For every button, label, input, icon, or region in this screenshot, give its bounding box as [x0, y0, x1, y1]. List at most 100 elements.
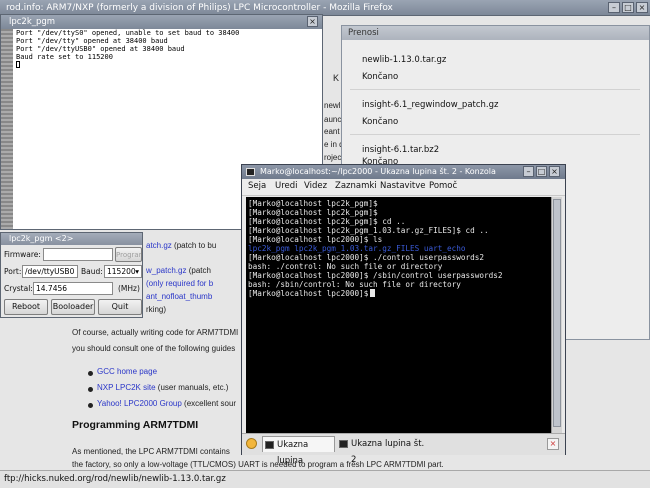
- nxp-link[interactable]: NXP LPC2K site: [97, 383, 156, 392]
- patch-link[interactable]: w_patch.gz: [146, 266, 186, 275]
- bullet-text: (user manuals, etc.): [157, 383, 229, 392]
- crystal-field[interactable]: 14.7456: [33, 282, 113, 295]
- lpc-dialog-title: lpc2k_pgm <2>: [9, 234, 74, 243]
- downloads-titlebar[interactable]: Prenosi: [342, 26, 649, 40]
- konsole-titlebar[interactable]: Marko@localhost:~/lpc2000 - Ukazna lupin…: [242, 165, 565, 179]
- menu-zaznamki[interactable]: Zaznamki: [335, 181, 377, 191]
- terminal-cursor: [370, 289, 376, 297]
- terminal-icon: [246, 168, 255, 176]
- lpc-dialog-titlebar[interactable]: lpc2k_pgm <2>: [1, 233, 142, 245]
- downloads-title: Prenosi: [348, 28, 379, 38]
- konsole-window: Marko@localhost:~/lpc2000 - Ukazna lupin…: [241, 164, 566, 466]
- maximize-button[interactable]: □: [622, 2, 634, 13]
- download-name[interactable]: insight-6.1_regwindow_patch.gz: [362, 100, 498, 110]
- lpc-window-titlebar[interactable]: lpc2k_pgm ×: [1, 15, 322, 29]
- bullet-icon: [88, 387, 93, 392]
- lpc-output: Port "/dev/ttyS0" opened, unable to set …: [16, 29, 239, 68]
- text-cursor: [16, 61, 20, 68]
- terminal-line: [Marko@localhost lpc2k_pgm]$: [248, 199, 378, 208]
- close-tab-icon[interactable]: ×: [547, 438, 559, 450]
- page-link[interactable]: (only required for b: [146, 279, 213, 288]
- status-bar: ftp://hicks.nuked.org/rod/newlib/newlib-…: [0, 470, 650, 488]
- menu-nastavitve[interactable]: Nastavitve: [380, 181, 426, 191]
- minimize-button[interactable]: –: [608, 2, 620, 13]
- konsole-tabbar: Ukazna lupina Ukazna lupina št. 2 ×: [242, 433, 565, 466]
- scrollbar-thumb[interactable]: [553, 199, 561, 427]
- page-fragment: (patch: [188, 266, 211, 275]
- output-line: Baud rate set to 115200: [16, 53, 113, 61]
- divider: [350, 89, 640, 90]
- bootloader-button[interactable]: Booloader: [51, 299, 95, 315]
- konsole-menubar: Seja Uredi Videz Zaznamki Nastavitve Pom…: [242, 179, 565, 196]
- baud-select[interactable]: 115200 ▾: [104, 265, 142, 278]
- crystal-unit: (MHz): [118, 284, 140, 293]
- reboot-button[interactable]: Reboot: [4, 299, 48, 315]
- close-button[interactable]: ×: [549, 166, 560, 177]
- page-fragment: eant: [324, 127, 340, 136]
- scrollbar[interactable]: [1, 29, 13, 229]
- output-line: Port "/dev/ttyUSB0" opened at 38400 baud: [16, 45, 185, 53]
- menu-pomoc[interactable]: Pomoč: [429, 181, 457, 191]
- output-line: Port "/dev/ttyS0" opened, unable to set …: [16, 29, 240, 37]
- download-name[interactable]: insight-6.1.tar.bz2: [362, 145, 439, 155]
- patch-link[interactable]: atch.gz: [146, 241, 172, 250]
- paragraph-line: Of course, actually writing code for ARM…: [72, 328, 239, 337]
- close-button[interactable]: ×: [636, 2, 648, 13]
- firmware-field[interactable]: [43, 248, 113, 261]
- terminal-line: [Marko@localhost lpc2000]$ ls: [248, 235, 383, 244]
- terminal-line: bash: /sbin/control: No such file or dir…: [248, 280, 461, 289]
- yahoo-link[interactable]: Yahoo! LPC2000 Group: [97, 399, 182, 408]
- gcc-link[interactable]: GCC home page: [97, 367, 157, 376]
- download-status: Končano: [362, 72, 399, 82]
- close-button[interactable]: ×: [307, 16, 318, 27]
- menu-seja[interactable]: Seja: [248, 181, 266, 191]
- quit-button[interactable]: Quit: [98, 299, 142, 315]
- port-field[interactable]: /dev/ttyUSB0: [22, 265, 78, 278]
- terminal-line: lpc2k_pgm lpc2k_pgm_1.03.tar.gz_FILES ua…: [248, 244, 466, 253]
- konsole-title: Marko@localhost:~/lpc2000 - Ukazna lupin…: [260, 167, 496, 176]
- scrollbar[interactable]: [551, 197, 562, 433]
- terminal-prompt: [Marko@localhost lpc2000]$: [248, 289, 369, 298]
- tab-ukazna-lupina-2[interactable]: Ukazna lupina št. 2: [337, 436, 432, 465]
- terminal-icon: [265, 441, 274, 449]
- terminal-line: [Marko@localhost lpc2k_pgm_1.03.tar.gz_F…: [248, 226, 489, 235]
- page-fragment: rking): [146, 305, 167, 314]
- paragraph-line: you should consult one of the following …: [72, 344, 236, 353]
- output-line: Port "/dev/tty" opened at 38400 baud: [16, 37, 168, 45]
- maximize-button[interactable]: □: [536, 166, 547, 177]
- terminal-line: [Marko@localhost lpc2k_pgm]$: [248, 208, 378, 217]
- divider: [350, 134, 640, 135]
- minimize-button[interactable]: –: [523, 166, 534, 177]
- paragraph-line: the factory, so only a low-voltage (TTL/…: [72, 460, 444, 469]
- terminal-line: [Marko@localhost lpc2000]$: [248, 289, 503, 298]
- terminal-icon: [339, 440, 348, 448]
- baud-value: 115200: [107, 267, 136, 276]
- page-link[interactable]: ant_nofloat_thumb: [146, 292, 212, 301]
- download-status: Končano: [362, 117, 399, 127]
- firmware-label: Firmware:: [4, 250, 41, 259]
- menu-videz[interactable]: Videz: [304, 181, 327, 191]
- bullet-icon: [88, 403, 93, 408]
- tab-ukazna-lupina[interactable]: Ukazna lupina: [262, 436, 335, 466]
- new-tab-icon[interactable]: [246, 438, 257, 449]
- chevron-down-icon: ▾: [135, 267, 139, 276]
- firefox-title: rod.info: ARM7/NXP (formerly a division …: [6, 3, 393, 13]
- terminal-area[interactable]: [Marko@localhost lpc2k_pgm]$ [Marko@local…: [246, 197, 551, 433]
- lpc-window-title: lpc2k_pgm: [9, 17, 56, 27]
- bullet-icon: [88, 371, 93, 376]
- page-fragment: (patch to bu: [174, 241, 217, 250]
- baud-label: Baud:: [81, 267, 103, 276]
- terminal-lines: [Marko@localhost lpc2k_pgm]$ [Marko@local…: [248, 199, 503, 298]
- port-label: Port:: [4, 267, 22, 276]
- terminal-line: [Marko@localhost lpc2000]$ ./control use…: [248, 253, 485, 262]
- terminal-line: [Marko@localhost lpc2k_pgm]$ cd ..: [248, 217, 406, 226]
- paragraph-line: As mentioned, the LPC ARM7TDMI contains: [72, 447, 230, 456]
- terminal-line: [Marko@localhost lpc2000]$ /sbin/control…: [248, 271, 503, 280]
- lpc-dialog: lpc2k_pgm <2> Firmware: Program Now Port…: [0, 232, 143, 318]
- menu-uredi[interactable]: Uredi: [275, 181, 298, 191]
- status-url: ftp://hicks.nuked.org/rod/newlib/newlib-…: [4, 474, 226, 484]
- download-name[interactable]: newlib-1.13.0.tar.gz: [362, 55, 446, 65]
- bullet-text: (excellent sour: [184, 399, 237, 408]
- terminal-line: bash: ./control: No such file or directo…: [248, 262, 443, 271]
- program-now-button[interactable]: Program Now: [115, 247, 142, 262]
